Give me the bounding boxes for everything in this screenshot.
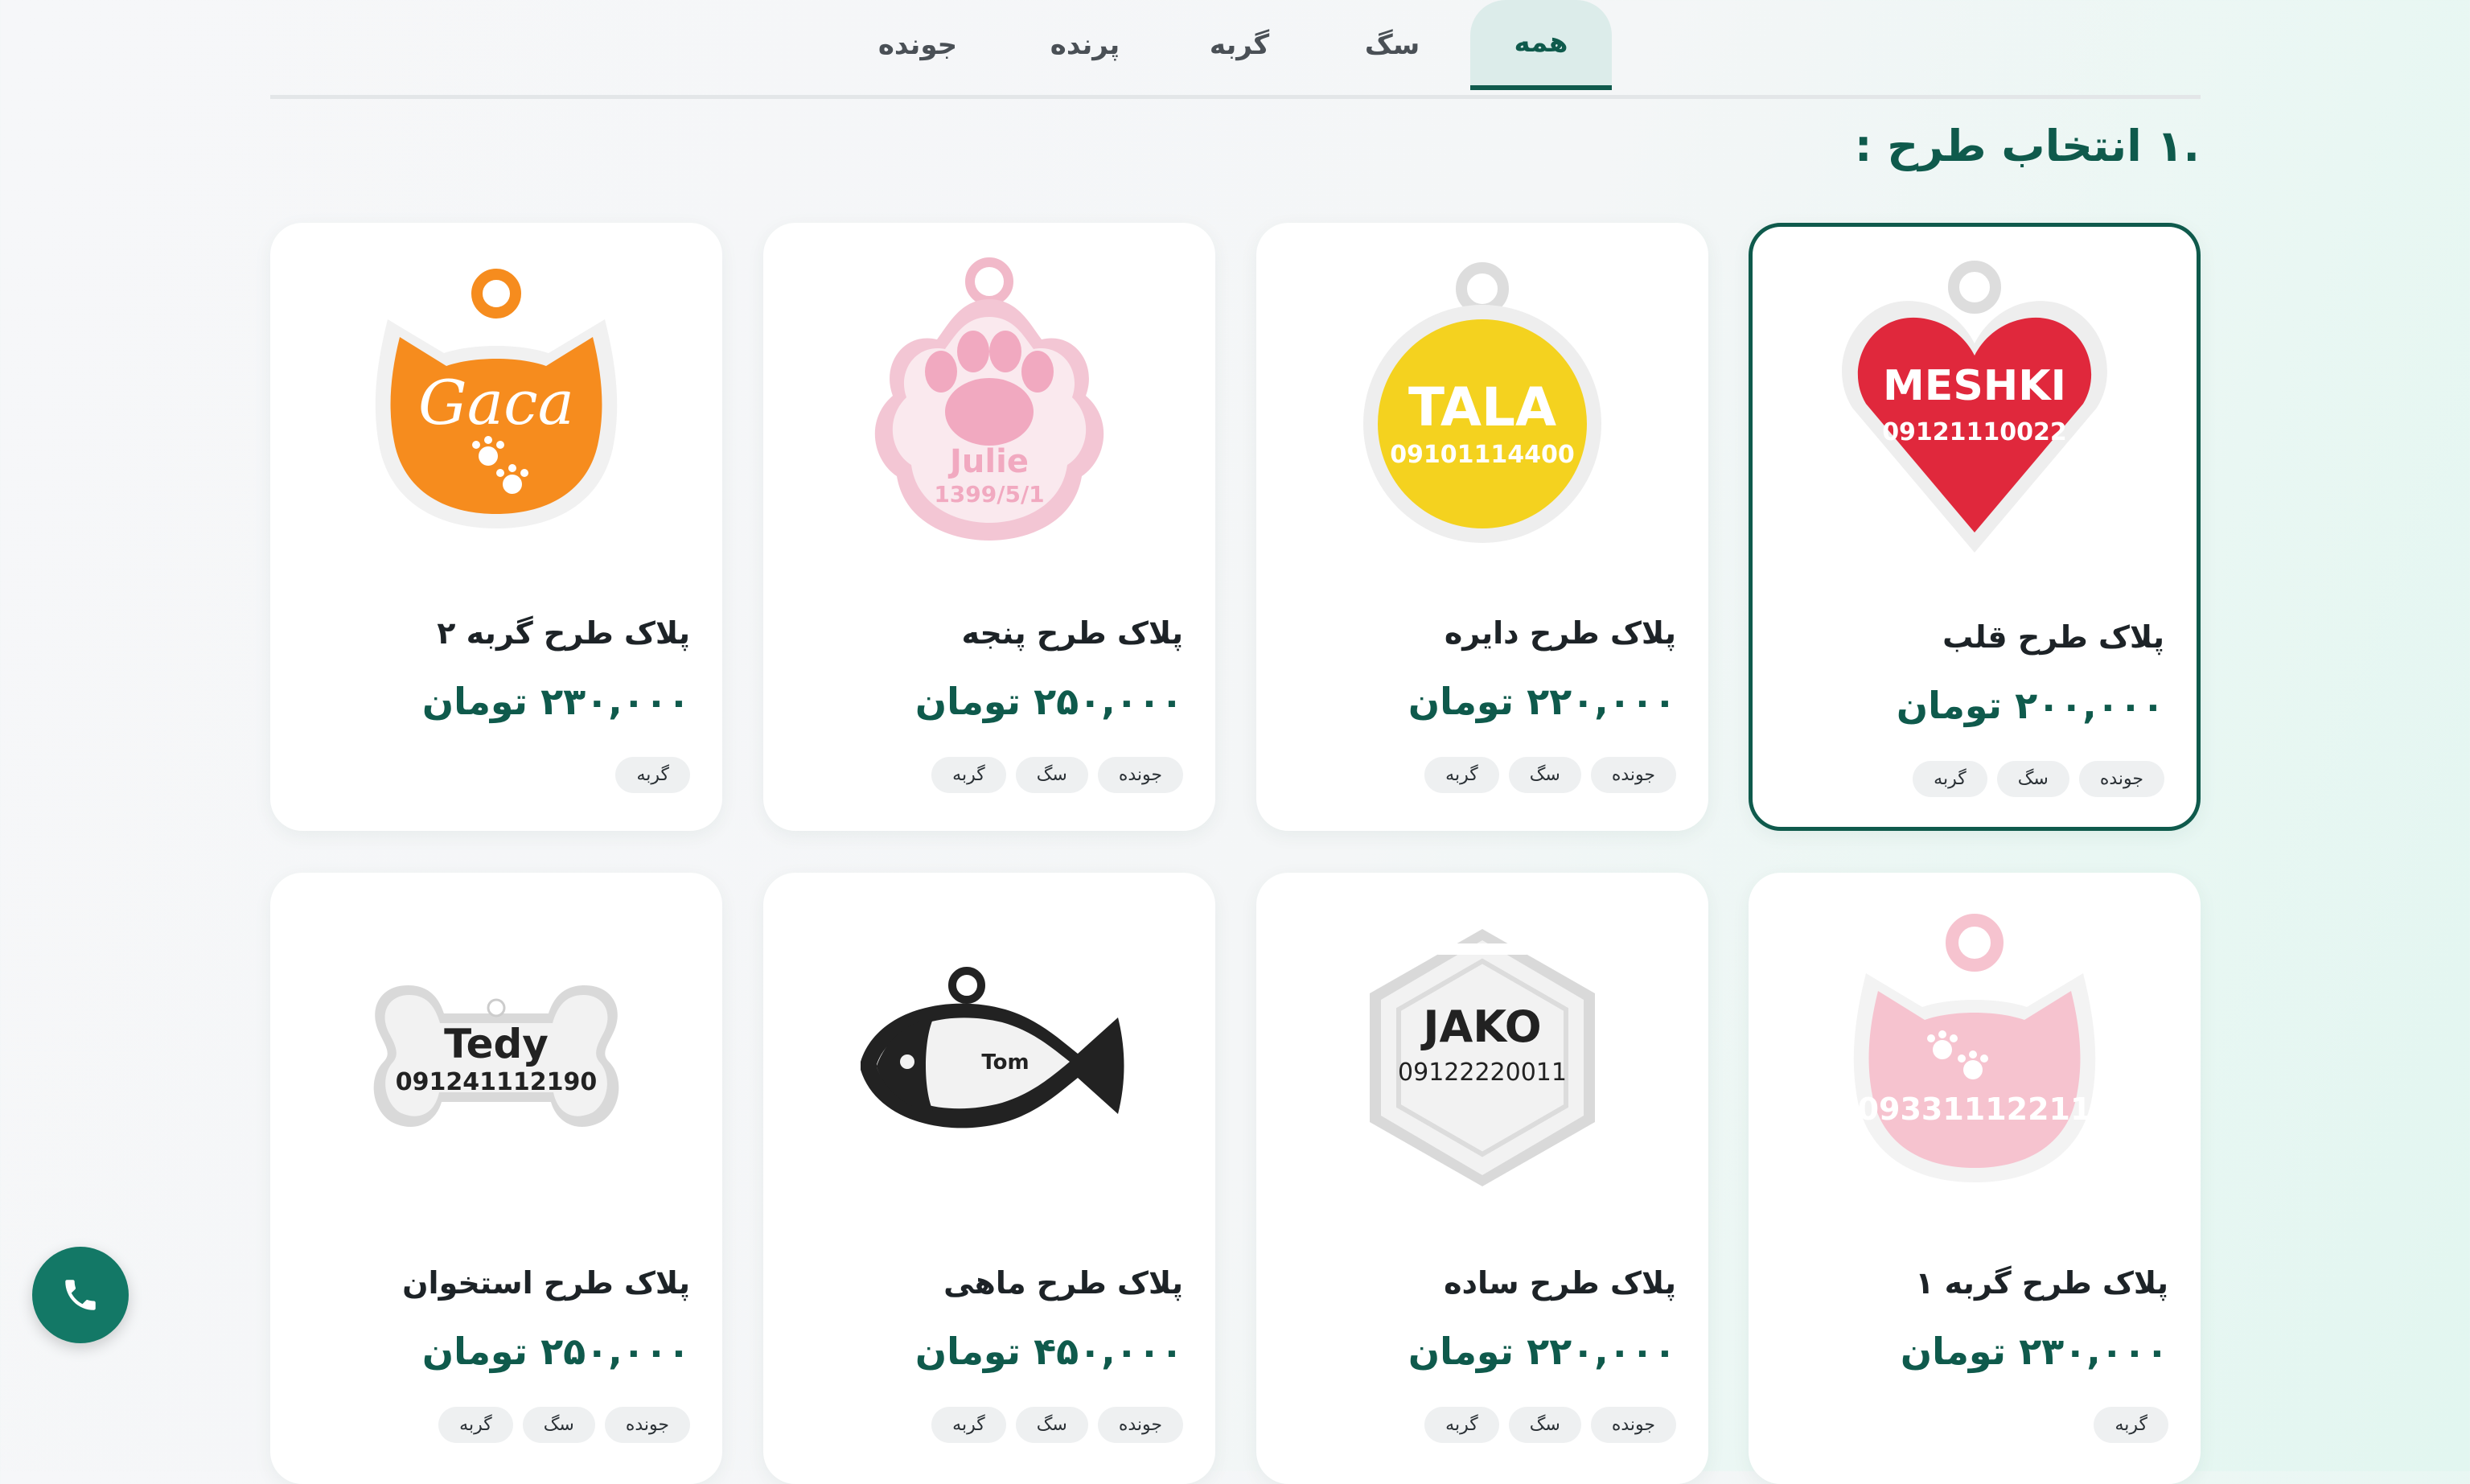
svg-text:09121110022: 09121110022 (1882, 418, 2067, 446)
tab-cat[interactable]: گربه (1187, 0, 1292, 90)
product-name: پلاک طرح ماهی (943, 1265, 1183, 1301)
tag-chip: سگ (1015, 757, 1088, 793)
svg-text:MESHKI: MESHKI (1883, 362, 2066, 410)
product-name: پلاک طرح پنجه (961, 615, 1183, 651)
svg-text:TALA: TALA (1408, 376, 1556, 438)
product-tags: گربه (615, 757, 690, 793)
category-tabs: همه سگ گربه پرنده جونده (270, 0, 2201, 99)
svg-text:091241112190: 091241112190 (396, 1068, 598, 1096)
product-price: ۲۳۰,۰۰۰ تومان (1900, 1330, 2168, 1373)
tab-all[interactable]: همه (1470, 0, 1612, 90)
fish-tag-image: Tom (763, 897, 1215, 1219)
tab-rodent[interactable]: جونده (865, 0, 970, 90)
svg-text:Julie: Julie (947, 443, 1029, 480)
product-tags: جونده سگ گربه (1913, 761, 2164, 797)
svg-text:Tedy: Tedy (444, 1021, 549, 1067)
tag-chip: جونده (1590, 757, 1676, 793)
product-name: پلاک طرح گربه ۲ (437, 615, 690, 651)
product-name: پلاک طرح گربه ۱ (1915, 1265, 2168, 1301)
section-title: .۱ انتخاب طرح : (1854, 121, 2200, 171)
product-card-circle[interactable]: TALA 09101114400 پلاک طرح دایره ۲۲۰,۰۰۰ … (1256, 223, 1708, 831)
product-card-simple[interactable]: JAKO 09122220011 پلاک طرح ساده ۲۲۰,۰۰۰ ت… (1256, 873, 1708, 1484)
product-price: ۲۰۰,۰۰۰ تومان (1896, 684, 2164, 727)
tag-chip: گربه (931, 757, 1006, 793)
phone-icon (65, 1280, 96, 1310)
product-tags: جونده سگ گربه (1424, 757, 1676, 793)
call-button[interactable] (32, 1247, 129, 1343)
product-name: پلاک طرح استخوان (402, 1265, 690, 1301)
product-tags: جونده سگ گربه (438, 1407, 690, 1443)
product-card-paw[interactable]: Julie 1399/5/1 پلاک طرح پنجه ۲۵۰,۰۰۰ توم… (763, 223, 1215, 831)
product-name: پلاک طرح ساده (1444, 1265, 1676, 1301)
product-tags: جونده سگ گربه (931, 757, 1183, 793)
product-card-heart[interactable]: MESHKI 09121110022 پلاک طرح قلب ۲۰۰,۰۰۰ … (1749, 223, 2201, 831)
paw-tag-image: Julie 1399/5/1 (763, 247, 1215, 569)
product-name: پلاک طرح دایره (1444, 615, 1676, 651)
svg-text:JAKO: JAKO (1420, 1001, 1541, 1052)
product-card-cat-2[interactable]: Gaca پلاک طرح گربه ۲ ۲۳۰,۰۰۰ تومان گربه (270, 223, 722, 831)
heart-tag-image: MESHKI 09121110022 (1753, 251, 2197, 573)
tag-chip: گربه (1424, 757, 1499, 793)
cat-pink-tag-image: 09331112211 (1749, 897, 2201, 1219)
tag-chip: سگ (1996, 761, 2069, 797)
tab-dog[interactable]: سگ (1348, 0, 1436, 90)
svg-text:09331112211: 09331112211 (1858, 1091, 2092, 1127)
product-card-fish[interactable]: Tom پلاک طرح ماهی ۴۵۰,۰۰۰ تومان جونده سگ… (763, 873, 1215, 1484)
tag-chip: سگ (1015, 1407, 1088, 1443)
svg-text:Tom: Tom (981, 1050, 1029, 1075)
product-price: ۲۲۰,۰۰۰ تومان (1408, 680, 1676, 723)
product-tags: جونده سگ گربه (1424, 1407, 1676, 1443)
svg-text:1399/5/1: 1399/5/1 (934, 481, 1044, 508)
circle-tag-image: TALA 09101114400 (1256, 247, 1708, 569)
product-price: ۲۳۰,۰۰۰ تومان (421, 680, 690, 723)
product-price: ۲۲۰,۰۰۰ تومان (1408, 1330, 1676, 1373)
tag-chip: سگ (1508, 1407, 1581, 1443)
tag-chip: گربه (1913, 761, 1987, 797)
tag-chip: جونده (1590, 1407, 1676, 1443)
bone-tag-image: Tedy 091241112190 (270, 897, 722, 1219)
tag-chip: جونده (604, 1407, 690, 1443)
tag-chip: جونده (1097, 1407, 1183, 1443)
svg-text:Gaca: Gaca (418, 367, 574, 438)
svg-text:09122220011: 09122220011 (1398, 1059, 1567, 1087)
tag-chip: گربه (1424, 1407, 1499, 1443)
product-price: ۴۵۰,۰۰۰ تومان (914, 1330, 1183, 1373)
product-card-cat-1[interactable]: 09331112211 پلاک طرح گربه ۱ ۲۳۰,۰۰۰ توما… (1749, 873, 2201, 1484)
tag-chip: سگ (1508, 757, 1581, 793)
product-tags: گربه (2094, 1407, 2168, 1443)
cat-tag-image: Gaca (270, 247, 722, 569)
tag-chip: جونده (2078, 761, 2164, 797)
tag-chip: سگ (522, 1407, 595, 1443)
tag-chip: گربه (931, 1407, 1006, 1443)
product-price: ۲۵۰,۰۰۰ تومان (421, 1330, 690, 1373)
tag-chip: گربه (2094, 1407, 2168, 1443)
svg-text:09101114400: 09101114400 (1390, 441, 1575, 469)
product-name: پلاک طرح قلب (1942, 619, 2164, 655)
tab-bird[interactable]: پرنده (1033, 0, 1137, 90)
product-card-bone[interactable]: Tedy 091241112190 پلاک طرح استخوان ۲۵۰,۰… (270, 873, 722, 1484)
product-price: ۲۵۰,۰۰۰ تومان (914, 680, 1183, 723)
hexagon-tag-image: JAKO 09122220011 (1256, 897, 1708, 1219)
tag-chip: جونده (1097, 757, 1183, 793)
tag-chip: گربه (615, 757, 690, 793)
product-tags: جونده سگ گربه (931, 1407, 1183, 1443)
tag-chip: گربه (438, 1407, 513, 1443)
